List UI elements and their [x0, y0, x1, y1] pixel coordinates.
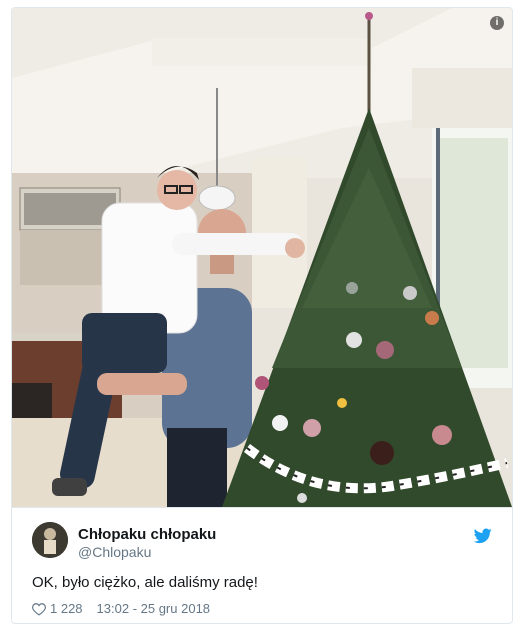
- like-count[interactable]: 1 228: [50, 601, 83, 616]
- tweet-meta: 1 228 13:02 - 25 gru 2018: [32, 601, 210, 616]
- heart-icon[interactable]: [32, 602, 46, 616]
- tweet-body: Chłopaku chłopaku @Chlopaku OK, było cię…: [12, 507, 512, 623]
- tweet-photo[interactable]: i: [12, 8, 512, 507]
- avatar[interactable]: [32, 522, 68, 558]
- author-name[interactable]: Chłopaku chłopaku: [78, 526, 216, 543]
- tweet-card: i Chłopaku chłopaku @Chlopaku OK, było c…: [11, 7, 513, 624]
- tweet-text: OK, było ciężko, ale daliśmy radę!: [32, 574, 258, 591]
- avatar-image: [32, 522, 68, 558]
- photo-scene: [12, 8, 512, 507]
- tweet-timestamp[interactable]: 13:02 - 25 gru 2018: [97, 601, 210, 616]
- info-icon[interactable]: i: [490, 16, 504, 30]
- author-handle[interactable]: @Chlopaku: [78, 544, 151, 560]
- twitter-bird-icon[interactable]: [474, 528, 492, 544]
